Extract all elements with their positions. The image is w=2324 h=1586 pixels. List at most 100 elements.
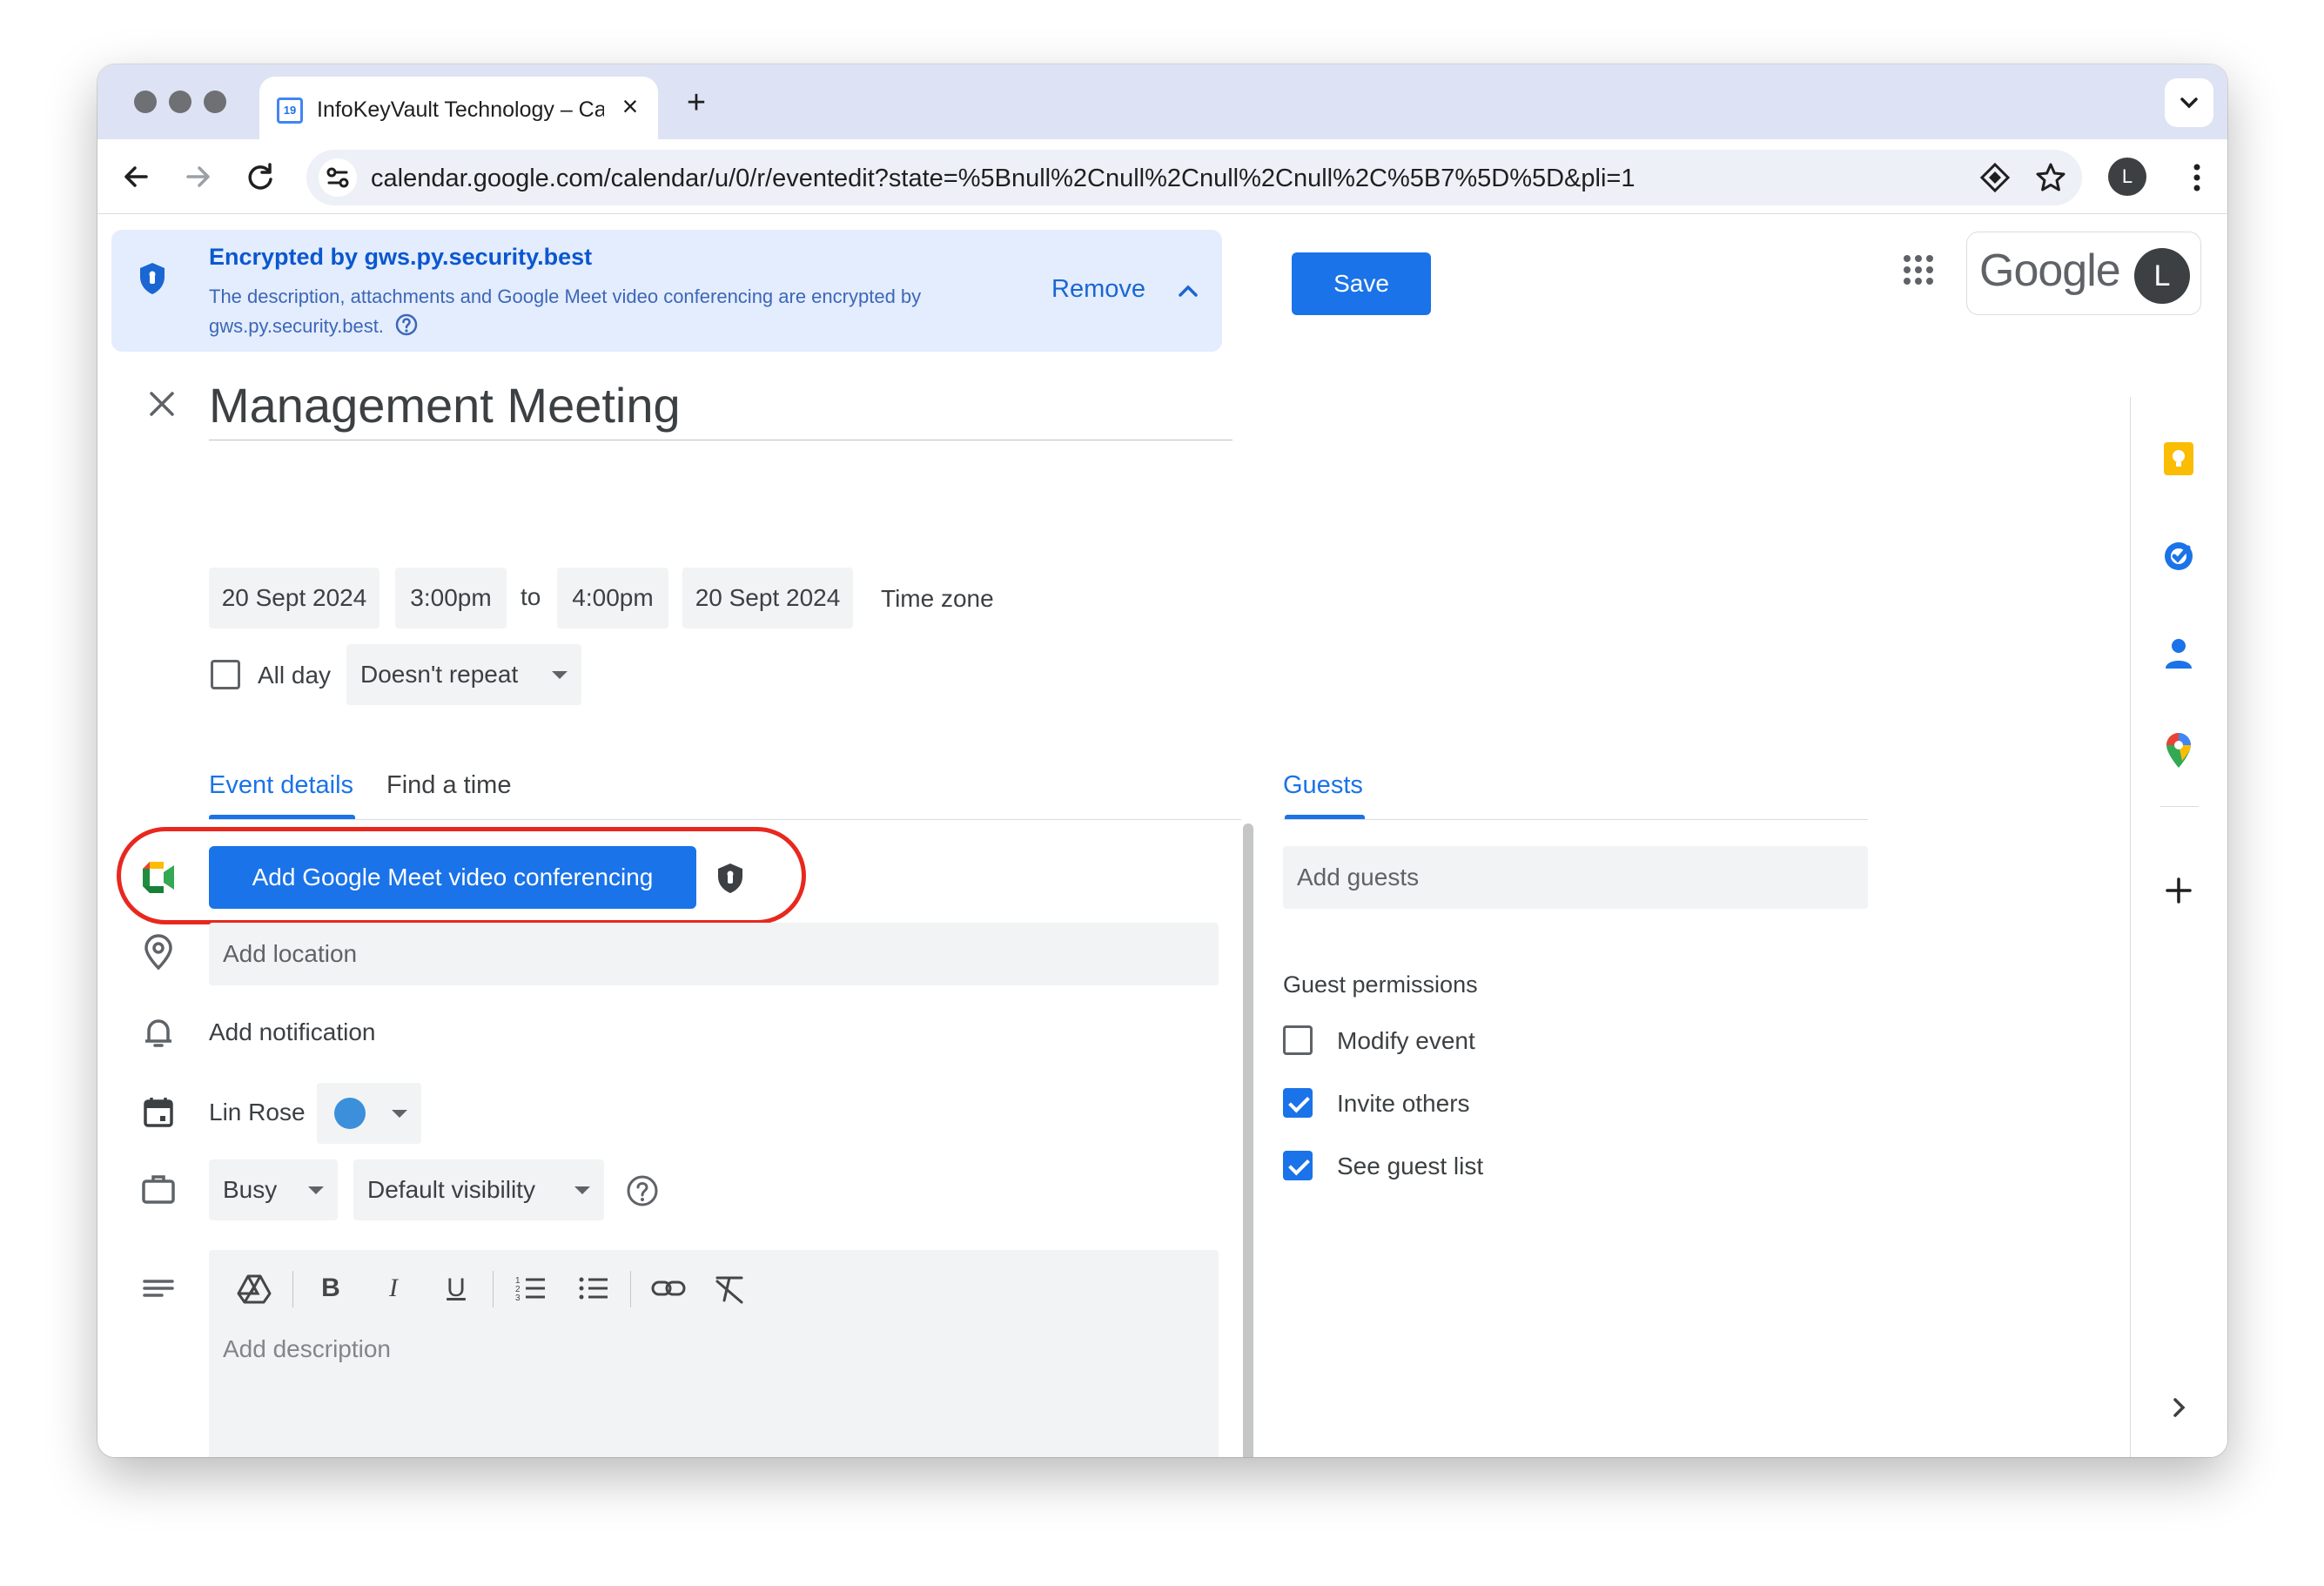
encryption-banner: Encrypted by gws.py.security.best The de… xyxy=(111,230,1222,352)
drive-attachment-icon[interactable] xyxy=(235,1269,273,1307)
invite-others-checkbox[interactable] xyxy=(1283,1088,1313,1118)
tab-event-details[interactable]: Event details xyxy=(209,771,353,800)
caret-down-icon xyxy=(574,1186,590,1194)
bold-icon[interactable]: B xyxy=(312,1269,350,1307)
modify-event-label: Modify event xyxy=(1337,1027,1475,1054)
shield-icon xyxy=(140,263,165,294)
account-avatar[interactable]: L xyxy=(2134,248,2190,304)
plus-icon[interactable] xyxy=(2157,869,2200,912)
meet-highlight-ring xyxy=(117,827,806,924)
tab-title: InfoKeyVault Technology – Ca xyxy=(317,97,604,122)
see-guest-list-label: See guest list xyxy=(1337,1153,1484,1179)
notes-icon xyxy=(143,1280,174,1297)
start-date-chip[interactable]: 20 Sept 2024 xyxy=(209,568,379,628)
tab-guests[interactable]: Guests xyxy=(1283,771,1363,800)
profile-avatar[interactable]: L xyxy=(2108,158,2146,196)
site-controls-icon[interactable] xyxy=(319,158,357,197)
event-title-input[interactable]: Management Meeting xyxy=(209,380,1233,440)
tab-search-button[interactable] xyxy=(2165,78,2213,127)
calendar-favicon-icon: 19 xyxy=(277,97,303,124)
all-day-label: All day xyxy=(258,662,332,689)
new-tab-icon[interactable]: + xyxy=(679,85,714,120)
guest-permissions-title: Guest permissions xyxy=(1283,971,1478,998)
save-button[interactable]: Save xyxy=(1292,252,1431,315)
minimize-window-dot[interactable] xyxy=(169,91,191,113)
translate-diamond-icon[interactable] xyxy=(1979,162,2011,193)
to-label: to xyxy=(521,583,541,610)
modify-event-checkbox[interactable] xyxy=(1283,1025,1313,1055)
side-panel xyxy=(2130,397,2227,1457)
google-account-card[interactable]: Google L xyxy=(1966,232,2201,315)
end-time-chip[interactable]: 4:00pm xyxy=(557,568,668,628)
close-icon[interactable] xyxy=(143,385,181,423)
svg-text:3: 3 xyxy=(515,1294,521,1303)
google-logo: Google xyxy=(1979,245,2121,296)
caret-down-icon xyxy=(308,1186,324,1194)
maps-icon[interactable] xyxy=(2157,728,2200,771)
tab-close-icon[interactable]: × xyxy=(615,91,646,122)
address-bar[interactable]: calendar.google.com/calendar/u/0/r/event… xyxy=(306,150,2082,205)
banner-title: Encrypted by gws.py.security.best xyxy=(209,244,593,270)
underline-icon[interactable]: U xyxy=(437,1269,475,1307)
tasks-icon[interactable] xyxy=(2157,534,2200,578)
help-circle-icon[interactable] xyxy=(625,1173,660,1208)
availability-dropdown[interactable]: Busy xyxy=(209,1159,338,1220)
zoom-window-dot[interactable] xyxy=(204,91,226,113)
caret-down-icon xyxy=(392,1110,407,1118)
guests-divider xyxy=(1283,819,1868,820)
chevron-down-icon xyxy=(2180,97,2198,109)
numbered-list-icon[interactable]: 123 xyxy=(512,1269,550,1307)
repeat-dropdown[interactable]: Doesn't repeat xyxy=(346,644,581,705)
browser-window: 19 InfoKeyVault Technology – Ca × + cale… xyxy=(97,64,2227,1457)
reload-icon xyxy=(248,163,272,190)
side-panel-separator xyxy=(2160,806,2199,807)
bell-icon xyxy=(145,1019,171,1047)
time-zone-button[interactable]: Time zone xyxy=(881,585,994,613)
back-button[interactable] xyxy=(117,157,157,197)
all-day-checkbox[interactable] xyxy=(211,660,240,689)
calendar-icon xyxy=(144,1098,173,1127)
clear-formatting-icon[interactable] xyxy=(710,1269,749,1307)
color-swatch xyxy=(334,1098,366,1129)
add-notification-button[interactable]: Add notification xyxy=(209,1018,375,1046)
more-vert-icon[interactable] xyxy=(2180,158,2214,197)
invite-others-label: Invite others xyxy=(1337,1090,1470,1117)
briefcase-icon xyxy=(142,1175,175,1204)
help-icon[interactable] xyxy=(394,312,419,337)
chevron-up-icon[interactable] xyxy=(1175,280,1201,301)
italic-icon[interactable]: I xyxy=(374,1269,413,1307)
link-icon[interactable] xyxy=(649,1269,688,1307)
contacts-icon[interactable] xyxy=(2157,632,2200,675)
description-placeholder: Add description xyxy=(223,1335,392,1362)
browser-tab[interactable]: 19 InfoKeyVault Technology – Ca × xyxy=(259,77,658,139)
description-editor[interactable]: B I U 123 Add description xyxy=(209,1250,1219,1457)
bookmark-star-icon[interactable] xyxy=(2033,160,2068,195)
browser-toolbar: calendar.google.com/calendar/u/0/r/event… xyxy=(97,139,2227,214)
location-input[interactable]: Add location xyxy=(209,923,1219,985)
caret-down-icon xyxy=(552,671,568,679)
close-window-dot[interactable] xyxy=(134,91,157,113)
forward-button[interactable] xyxy=(178,157,218,197)
chevron-right-icon[interactable] xyxy=(2157,1386,2200,1429)
bullet-list-icon[interactable] xyxy=(574,1269,613,1307)
see-guest-list-checkbox[interactable] xyxy=(1283,1151,1313,1180)
end-date-chip[interactable]: 20 Sept 2024 xyxy=(682,568,853,628)
visibility-dropdown[interactable]: Default visibility xyxy=(353,1159,604,1220)
apps-grid-icon[interactable] xyxy=(1892,244,1945,296)
location-pin-icon xyxy=(144,934,172,971)
add-guests-input[interactable]: Add guests xyxy=(1283,846,1868,909)
arrow-right-icon xyxy=(186,166,210,187)
url-text[interactable]: calendar.google.com/calendar/u/0/r/event… xyxy=(371,165,1635,193)
start-time-chip[interactable]: 3:00pm xyxy=(395,568,507,628)
toolbar-separator xyxy=(630,1271,631,1307)
toolbar-separator xyxy=(493,1271,494,1307)
keep-icon[interactable] xyxy=(2157,437,2200,481)
reload-button[interactable] xyxy=(240,157,280,197)
details-scrollbar[interactable] xyxy=(1243,823,1253,1457)
arrow-left-icon xyxy=(124,166,148,187)
event-color-dropdown[interactable] xyxy=(317,1083,421,1144)
calendar-owner-label: Lin Rose xyxy=(209,1099,306,1126)
remove-encryption-button[interactable]: Remove xyxy=(1051,275,1145,304)
tab-find-a-time[interactable]: Find a time xyxy=(386,771,511,800)
tabs-divider xyxy=(209,819,1241,820)
